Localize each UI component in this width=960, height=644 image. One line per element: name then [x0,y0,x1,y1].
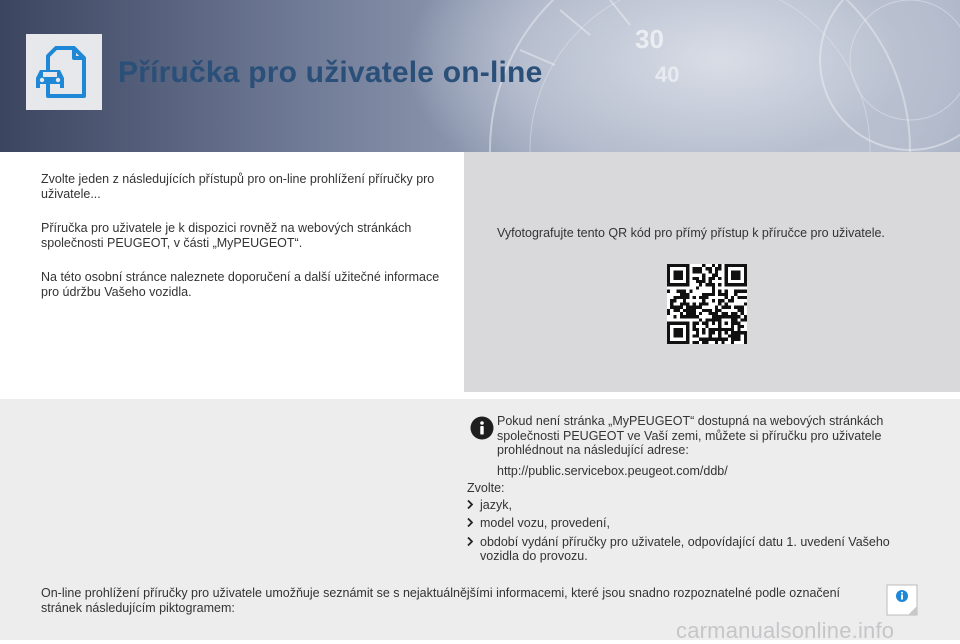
list-item: období vydání příručky pro uživatele, od… [467,535,917,564]
header-banner: 30 40 Příručka pro uživatele on-line [0,0,960,152]
intro-text: Zvolte jeden z následujících přístupů pr… [41,172,441,319]
info-text: Pokud není stránka „MyPEUGEOT“ dostupná … [497,414,884,457]
page-title: Příručka pro uživatele on-line [118,56,543,89]
choose-list: jazyk, model vozu, provedení, období vyd… [467,498,917,564]
info-icon [470,416,494,440]
choose-label: Zvolte: [467,481,505,495]
list-item: jazyk, [467,498,917,513]
manual-url-link[interactable]: http://public.servicebox.peugeot.com/ddb… [497,464,917,479]
chevron-right-icon [467,518,473,527]
qr-code[interactable] [667,264,747,344]
speed-number-40: 40 [655,62,679,87]
list-item-text: model vozu, provedení, [480,516,610,530]
qr-caption: Vyfotografujte tento QR kód pro přímý př… [497,226,885,240]
chevron-right-icon [467,499,473,509]
intro-paragraph: Na této osobní stránce naleznete doporuč… [41,270,440,299]
chevron-right-icon [467,536,473,546]
speed-number-30: 30 [635,24,664,54]
list-item: model vozu, provedení, [467,516,917,531]
intro-paragraph: Zvolte jeden z následujících přístupů pr… [41,172,435,201]
car-document-icon [36,46,86,98]
choose-list-block: Zvolte: jazyk, model vozu, provedení, ob… [467,481,917,568]
list-item-text: jazyk, [480,497,512,512]
intro-paragraph: Příručka pro uživatele je k dispozici ro… [41,221,412,250]
footer-text: On-line prohlížení příručky pro uživatel… [41,586,841,615]
list-item-text: období vydání příručky pro uživatele, od… [480,534,890,564]
section-icon-box [26,34,102,110]
info-block: Pokud není stránka „MyPEUGEOT“ dostupná … [497,414,917,478]
info-pictogram-icon [886,584,918,616]
watermark: carmanualsonline.info [676,618,895,643]
